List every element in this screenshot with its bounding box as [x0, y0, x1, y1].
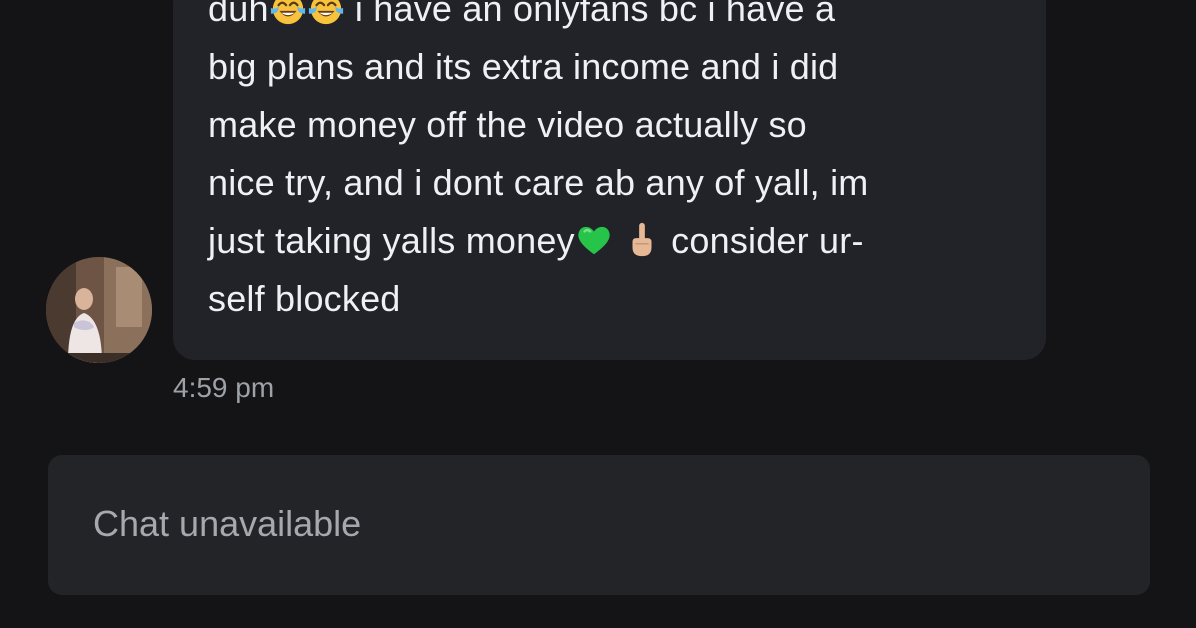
green-heart-icon: [575, 221, 613, 259]
message-text-segment: nice try, and i dont care ab any of yall…: [208, 162, 869, 203]
message-timestamp: 4:59 pm: [173, 372, 275, 403]
message-line: make money off the video actually so: [208, 96, 1028, 154]
message-text-segment: big plans and its extra income and i did: [208, 46, 839, 87]
chat-unavailable-label: Chat unavailable: [93, 503, 362, 544]
message-line: self blocked: [208, 270, 1028, 328]
profile-photo-icon: [46, 257, 152, 363]
avatar[interactable]: [46, 257, 152, 363]
middle-finger-icon: [623, 221, 661, 259]
message-text-segment: self blocked: [208, 278, 401, 319]
chat-composer[interactable]: Chat unavailable: [48, 455, 1150, 595]
message-line: duh i have an onlyfans bc i have a: [208, 0, 1028, 38]
message-line: just taking yalls money consider ur-: [208, 212, 1028, 270]
message-line: big plans and its extra income and i did: [208, 38, 1028, 96]
message-text-segment: [613, 220, 623, 261]
message-text: duh i have an onlyfans bc i have a big pl…: [208, 0, 1028, 328]
face-with-tears-of-joy-icon: [269, 0, 307, 27]
message-line: nice try, and i dont care ab any of yall…: [208, 154, 1028, 212]
message-text-segment: make money off the video actually so: [208, 104, 807, 145]
message-text-segment: just taking yalls money: [208, 220, 575, 261]
message-text-segment: i have an onlyfans bc i have a: [344, 0, 836, 29]
message-text-segment: consider ur-: [660, 220, 864, 261]
message-text-segment: duh: [208, 0, 269, 29]
chat-area: duh i have an onlyfans bc i have a big pl…: [0, 0, 1196, 440]
face-with-tears-of-joy-icon: [307, 0, 345, 27]
